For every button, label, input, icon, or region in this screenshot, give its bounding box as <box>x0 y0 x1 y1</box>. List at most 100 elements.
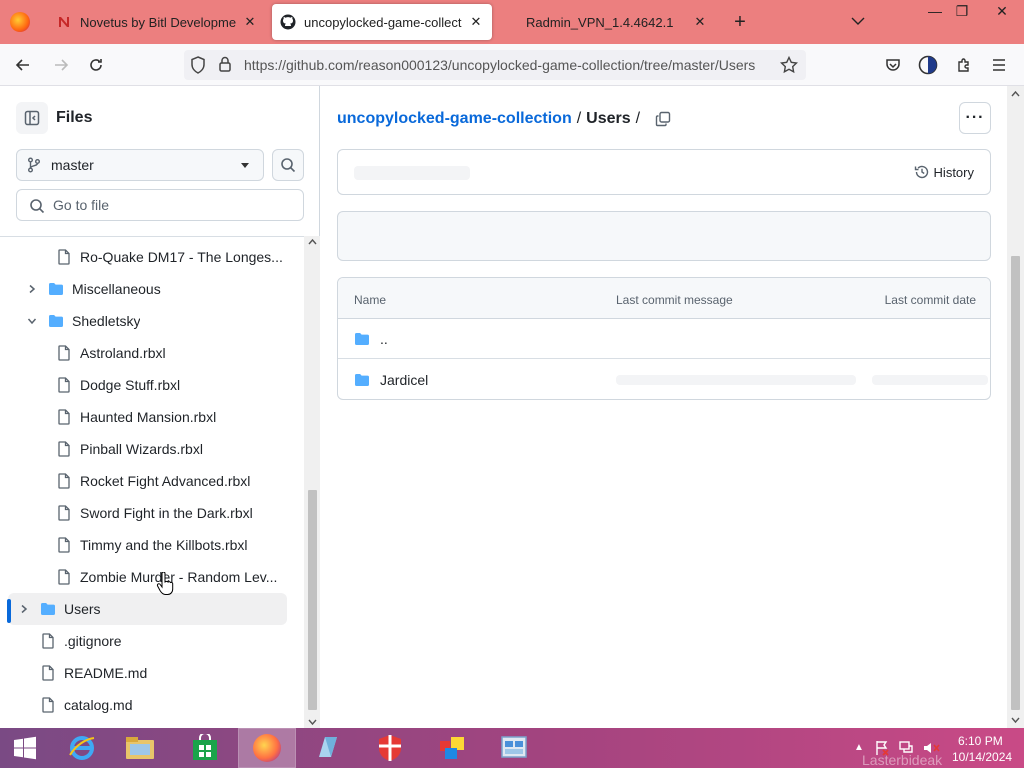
file-icon <box>58 441 70 457</box>
file-icon <box>58 569 70 585</box>
collapse-sidebar-button[interactable] <box>16 102 48 134</box>
new-tab-button[interactable]: + <box>728 10 752 34</box>
branch-selector-button[interactable]: master <box>16 149 264 181</box>
pocket-icon[interactable] <box>880 52 906 78</box>
start-button[interactable] <box>0 729 50 767</box>
store-taskbar-icon[interactable] <box>177 729 233 767</box>
firefox-taskbar-icon[interactable] <box>238 728 296 768</box>
tree-file[interactable]: Ro-Quake DM17 - The Longes... <box>56 241 296 273</box>
restore-window-button[interactable]: ❐ <box>945 0 979 24</box>
app-taskbar-icon[interactable] <box>424 729 480 767</box>
folder-icon <box>355 374 369 386</box>
scroll-down-arrow-icon <box>308 719 317 726</box>
app-taskbar-icon[interactable] <box>300 729 356 767</box>
sidebar-scrollbar-thumb[interactable] <box>308 490 317 710</box>
page-scrollbar-thumb[interactable] <box>1011 256 1020 710</box>
app-taskbar-icon[interactable] <box>486 729 542 767</box>
lock-icon[interactable] <box>218 56 232 75</box>
scroll-down-arrow-icon <box>1011 717 1020 724</box>
tree-item-label: Pinball Wizards.rbxl <box>80 441 203 457</box>
file-icon <box>58 473 70 489</box>
tree-item-label: Rocket Fight Advanced.rbxl <box>80 473 251 489</box>
browser-tab-github[interactable]: uncopylocked-game-collection ✕ <box>272 4 492 40</box>
hamburger-menu-icon[interactable] <box>986 52 1012 78</box>
chevron-right-icon[interactable] <box>24 284 40 294</box>
search-button[interactable] <box>272 149 304 181</box>
account-icon[interactable] <box>915 52 941 78</box>
extensions-puzzle-icon[interactable] <box>951 52 977 78</box>
clock-date[interactable]: 10/14/2024 <box>952 750 1012 764</box>
browser-tab-novetus[interactable]: Novetus by Bitl Development S ✕ <box>48 4 266 40</box>
tab-close-icon[interactable]: ✕ <box>692 14 708 30</box>
back-button[interactable] <box>10 52 36 78</box>
bookmark-star-icon[interactable] <box>779 55 799 77</box>
page-scrollbar[interactable] <box>1007 86 1024 728</box>
branch-name: master <box>51 157 94 173</box>
github-favicon-icon <box>280 14 296 30</box>
file-icon <box>58 409 70 425</box>
security-shield-taskbar-icon[interactable] <box>362 729 418 767</box>
folder-link-jardicel[interactable]: Jardicel <box>380 372 428 388</box>
tab-close-icon[interactable]: ✕ <box>468 14 484 30</box>
tree-item-label: Sword Fight in the Dark.rbxl <box>80 505 253 521</box>
tree-item-label: Timmy and the Killbots.rbxl <box>80 537 248 553</box>
tree-item-label: Miscellaneous <box>72 281 161 297</box>
reload-icon <box>90 59 102 71</box>
internet-explorer-taskbar-icon[interactable] <box>54 729 110 767</box>
browser-tab-radmin[interactable]: Radmin_VPN_1.4.4642.1 ✕ <box>498 4 716 40</box>
column-header-name: Name <box>354 293 387 307</box>
file-icon <box>58 537 70 553</box>
breadcrumb-current-folder: Users <box>586 110 631 127</box>
tracking-protection-shield-icon[interactable] <box>190 56 206 77</box>
file-icon <box>42 633 54 649</box>
clock-time[interactable]: 6:10 PM <box>958 734 1003 748</box>
tree-file[interactable]: README.md <box>40 657 296 689</box>
tab-label: uncopylocked-game-collection <box>304 14 462 30</box>
chevron-down-icon <box>851 17 865 25</box>
tree-file[interactable]: Sword Fight in the Dark.rbxl <box>56 497 296 529</box>
forward-button[interactable] <box>48 52 74 78</box>
table-header: Name Last commit message Last commit dat… <box>338 278 990 319</box>
url-bar[interactable]: https://github.com/reason000123/uncopylo… <box>184 50 806 80</box>
table-row-parent-directory[interactable]: .. <box>338 319 990 359</box>
file-explorer-taskbar-icon[interactable] <box>112 729 168 767</box>
arrow-right-icon <box>55 59 69 71</box>
copy-path-button[interactable] <box>653 109 673 129</box>
list-all-tabs-button[interactable] <box>846 10 870 34</box>
tree-folder[interactable]: Miscellaneous <box>24 273 296 305</box>
tree-folder[interactable]: Users <box>8 593 287 625</box>
more-options-button[interactable]: ··· <box>959 102 991 134</box>
file-icon <box>58 249 70 265</box>
tab-close-icon[interactable]: ✕ <box>242 14 258 30</box>
sidebar-scrollbar[interactable] <box>304 236 320 728</box>
folder-icon <box>49 283 63 295</box>
table-row[interactable]: Jardicel <box>338 360 990 399</box>
selected-item-indicator <box>7 599 11 623</box>
go-to-file-input[interactable]: Go to file <box>16 189 304 221</box>
tree-file[interactable]: .gitignore <box>40 625 296 657</box>
tree-folder[interactable]: Shedletsky <box>24 305 296 337</box>
git-branch-icon <box>27 157 41 173</box>
tree-file[interactable]: Pinball Wizards.rbxl <box>56 433 296 465</box>
history-clock-icon <box>914 165 928 179</box>
file-icon <box>58 505 70 521</box>
history-button[interactable]: History <box>914 164 974 180</box>
tree-item-label: Zombie Murder - Random Lev... <box>80 569 278 585</box>
breadcrumb-separator: / <box>576 110 582 127</box>
tree-file[interactable]: Astroland.rbxl <box>56 337 296 369</box>
parent-directory-link[interactable]: .. <box>380 331 388 347</box>
tree-file[interactable]: Timmy and the Killbots.rbxl <box>56 529 296 561</box>
tree-file[interactable]: Dodge Stuff.rbxl <box>56 369 296 401</box>
tree-file[interactable]: Rocket Fight Advanced.rbxl <box>56 465 296 497</box>
tree-file[interactable]: catalog.md <box>40 689 296 721</box>
breadcrumb-repo-link[interactable]: uncopylocked-game-collection <box>337 110 572 128</box>
search-icon <box>281 158 296 173</box>
file-icon <box>42 697 54 713</box>
chevron-down-icon[interactable] <box>24 316 40 326</box>
firefox-menu-icon[interactable] <box>10 12 30 32</box>
reload-button[interactable] <box>83 52 109 78</box>
tree-file[interactable]: Haunted Mansion.rbxl <box>56 401 296 433</box>
chevron-right-icon[interactable] <box>16 604 32 614</box>
close-window-button[interactable]: ✕ <box>985 0 1019 24</box>
tree-file[interactable]: Zombie Murder - Random Lev... <box>56 561 296 593</box>
